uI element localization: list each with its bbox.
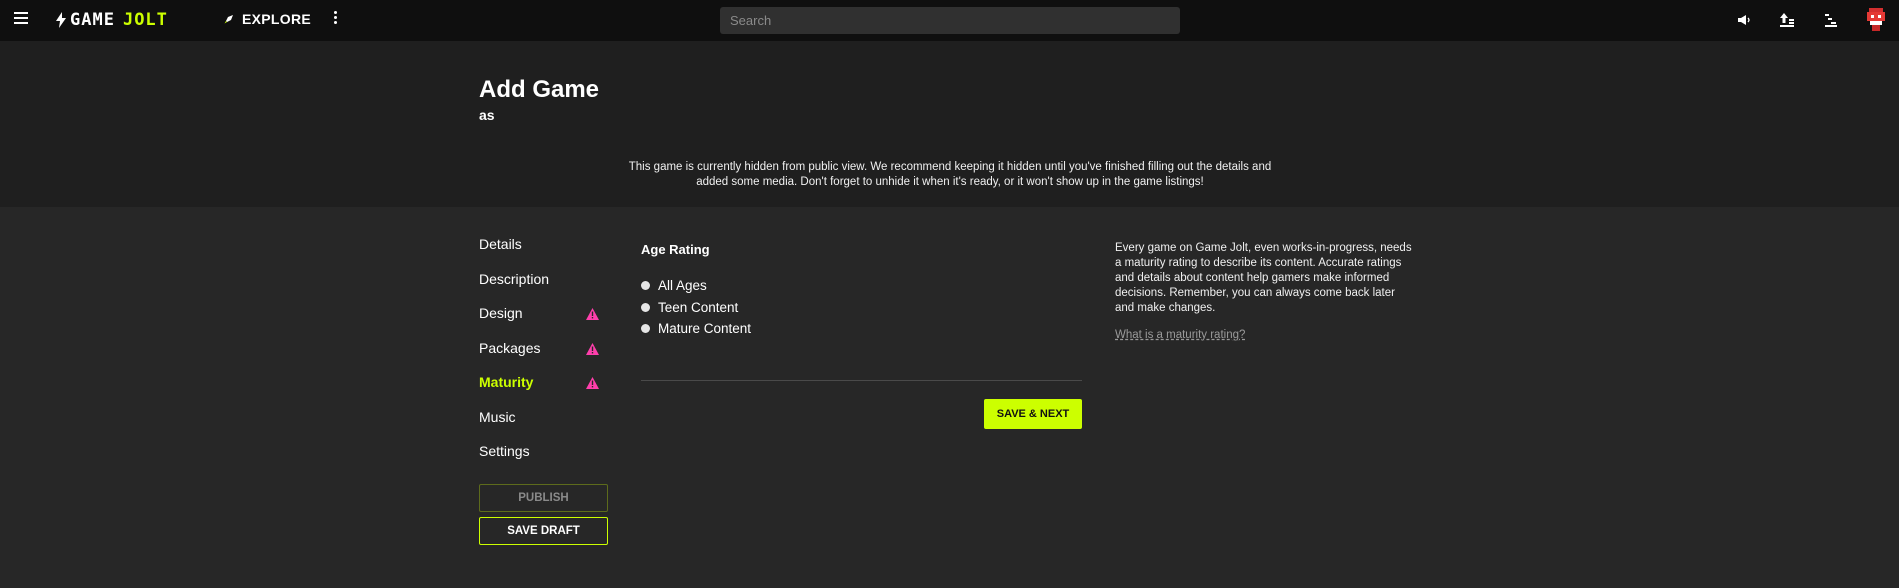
radio-button[interactable]	[641, 302, 650, 312]
radio-label: Teen Content	[658, 299, 739, 315]
publish-button[interactable]: PUBLISH	[479, 484, 608, 512]
nav-item-label: Music	[479, 408, 516, 425]
warning-icon	[586, 308, 599, 320]
radio-label: Mature Content	[658, 321, 752, 337]
nav-item-label: Settings	[479, 443, 530, 459]
nav-item-label: Design	[479, 305, 523, 321]
more-vert-icon[interactable]	[332, 11, 338, 29]
page-header: Add Game as This game is currently hidde…	[0, 41, 1899, 207]
upload-icon[interactable]	[1777, 10, 1797, 30]
nav-item-music[interactable]: Music	[479, 409, 609, 444]
nav-item-description[interactable]: Description	[479, 271, 609, 306]
nav-item-maturity[interactable]: Maturity	[479, 374, 609, 409]
game-jolt-logo[interactable]: GAME JOLT	[56, 9, 168, 31]
nav-item-details[interactable]: Details	[479, 236, 609, 271]
warning-icon	[586, 342, 599, 355]
bolt-icon	[56, 12, 66, 28]
nav-item-packages[interactable]: Packages	[479, 340, 609, 375]
radio-teen-content[interactable]: Teen Content	[641, 297, 751, 319]
nav-item-label: Maturity	[479, 374, 534, 390]
top-bar: GAME JOLT EXPLORE	[0, 0, 1899, 41]
radio-button[interactable]	[641, 324, 650, 334]
maturity-rating-link[interactable]: What is a maturity rating?	[1115, 329, 1245, 341]
edit-game-nav: Details Description Design Packages Matu…	[479, 236, 609, 478]
search-input[interactable]	[720, 7, 1180, 34]
explore-link[interactable]: EXPLORE	[224, 11, 311, 27]
radio-mature-content[interactable]: Mature Content	[641, 318, 751, 340]
hidden-notice: This game is currently hidden from publi…	[628, 161, 1272, 188]
avatar[interactable]	[1864, 7, 1888, 33]
logo-text: GAME JOLT	[70, 10, 168, 30]
explore-label: EXPLORE	[242, 11, 312, 27]
nav-item-label: Packages	[479, 339, 541, 356]
megaphone-icon[interactable]	[1734, 10, 1754, 30]
nav-item-label: Details	[479, 236, 522, 252]
warning-icon	[586, 377, 599, 389]
nav-item-settings[interactable]: Settings	[479, 443, 609, 478]
radio-all-ages[interactable]: All Ages	[641, 275, 751, 297]
age-rating-options: All Ages Teen Content Mature Content	[641, 275, 751, 340]
nav-item-design[interactable]: Design	[479, 305, 609, 340]
rocket-icon	[224, 15, 233, 24]
radio-button[interactable]	[641, 281, 650, 291]
page-title: Add Game	[479, 76, 600, 103]
logo-word-jolt: JOLT	[122, 10, 168, 30]
save-and-next-button[interactable]: SAVE & NEXT	[984, 399, 1082, 429]
logo-word-game: GAME	[70, 10, 115, 30]
form-divider	[641, 380, 1082, 381]
nav-item-label: Description	[479, 270, 550, 287]
save-draft-button[interactable]: SAVE DRAFT	[479, 517, 608, 545]
maturity-help-text: Every game on Game Jolt, even works-in-p…	[1115, 242, 1412, 314]
game-name: as	[479, 107, 495, 123]
age-rating-heading: Age Rating	[641, 242, 710, 257]
sort-icon[interactable]	[1821, 10, 1841, 30]
radio-label: All Ages	[658, 278, 707, 294]
menu-icon[interactable]	[14, 12, 28, 26]
